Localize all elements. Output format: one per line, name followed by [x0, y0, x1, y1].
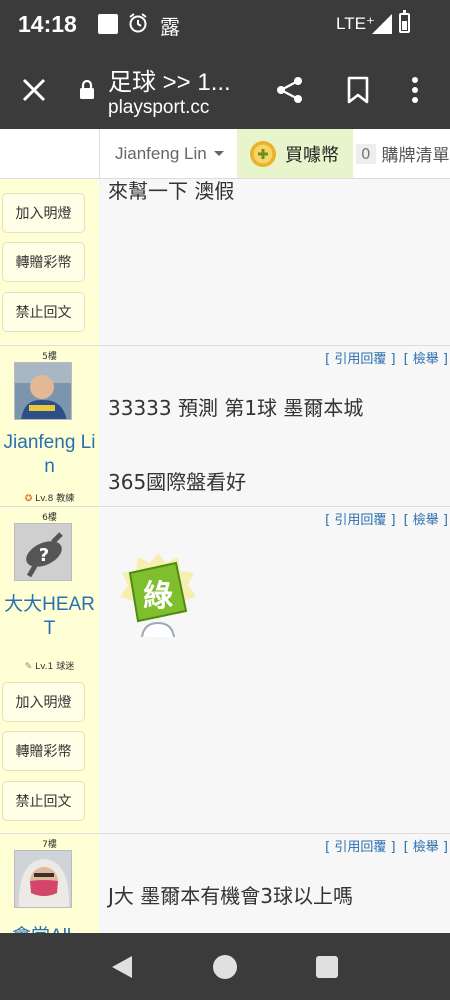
quote-reply-link[interactable]: [ 引用回覆 ]: [325, 840, 395, 855]
share-icon[interactable]: [276, 76, 304, 104]
post-text: 來幫一下 澳假: [108, 179, 235, 203]
user-rank: ✪ Lv.8 教練: [0, 491, 99, 504]
page-title[interactable]: 足球 >> 1...: [108, 62, 231, 97]
post-floor-7: 7樓 會當All... [ 引用回覆 ] [ 檢舉 ] J大 墨爾本有機會3球以上…: [0, 834, 450, 933]
user-rank: ✎ Lv.1 球迷: [0, 659, 99, 672]
quote-reply-link[interactable]: [ 引用回覆 ]: [325, 352, 395, 367]
floor-number: 7樓: [42, 840, 57, 850]
report-link[interactable]: [ 檢舉 ]: [404, 840, 448, 855]
add-lamp-button[interactable]: 加入明燈: [2, 682, 85, 722]
report-link[interactable]: [ 檢舉 ]: [404, 352, 448, 367]
star-icon: ✪: [24, 494, 33, 504]
post-actions: [ 引用回覆 ] [ 檢舉 ]: [317, 348, 448, 367]
post-actions: [ 引用回覆 ] [ 檢舉 ]: [317, 509, 448, 528]
post-username[interactable]: 會當All...: [0, 925, 99, 933]
avatar[interactable]: [14, 850, 72, 908]
cart-count-badge: 0: [356, 143, 376, 164]
recent-apps-icon[interactable]: [316, 956, 338, 978]
post-partial: 來幫一下 澳假 加入明燈 轉贈彩幣 禁止回文: [0, 179, 450, 345]
sticker-char: 綠: [143, 579, 173, 614]
avatar-photo: [15, 363, 71, 419]
battery-icon: [399, 10, 410, 33]
floor-number: 5樓: [42, 352, 57, 362]
post-username[interactable]: 大大HEART: [0, 593, 99, 641]
buy-coins-button[interactable]: 買噱幣: [237, 129, 353, 178]
buy-coins-label: 買噱幣: [285, 144, 339, 166]
site-header: Jianfeng Lin 買噱幣 0 購牌清單: [0, 129, 450, 179]
add-lamp-button[interactable]: 加入明燈: [2, 193, 85, 233]
user-rank-label: Lv.1 球迷: [35, 662, 75, 672]
svg-text:?: ?: [39, 545, 49, 566]
gift-coins-button[interactable]: 轉贈彩幣: [2, 242, 85, 282]
purchase-list-link[interactable]: 0 購牌清單: [356, 129, 450, 178]
page-url[interactable]: playsport.cc: [108, 97, 209, 119]
pencil-icon: ✎: [24, 662, 33, 672]
gift-coins-button[interactable]: 轉贈彩幣: [2, 731, 85, 771]
unknown-user-icon: ?: [15, 524, 71, 580]
user-menu-name: Jianfeng Lin: [115, 143, 207, 163]
status-bar: 14:18 露 LTE⁺: [0, 0, 450, 50]
ban-reply-button[interactable]: 禁止回文: [2, 292, 85, 332]
navigation-bar: [0, 933, 450, 1000]
purchase-list-label: 購牌清單: [381, 146, 450, 166]
coin-icon: [250, 140, 276, 167]
green-sticker-icon: 綠: [120, 553, 196, 637]
user-rank-label: Lv.8 教練: [35, 494, 75, 504]
ban-reply-button[interactable]: 禁止回文: [2, 781, 85, 821]
weather-icon: 露: [160, 15, 180, 39]
post-actions: [ 引用回覆 ] [ 檢舉 ]: [317, 836, 448, 855]
report-link[interactable]: [ 檢舉 ]: [404, 513, 448, 528]
lock-icon: [80, 79, 94, 99]
signal-icon: [372, 14, 392, 34]
bookmark-icon[interactable]: [347, 76, 369, 104]
post-floor-5: 5樓 Jianfeng Lin ✪ Lv.8 教練 [ 引用回覆 ] [ 檢舉 ]…: [0, 346, 450, 506]
more-options-icon[interactable]: [411, 76, 419, 104]
post-text-line: 365國際盤看好: [108, 470, 247, 494]
network-label: LTE⁺: [336, 14, 375, 33]
alarm-icon: [129, 13, 147, 33]
close-icon[interactable]: [20, 76, 48, 104]
user-menu[interactable]: Jianfeng Lin: [99, 129, 237, 178]
back-icon[interactable]: [110, 955, 134, 979]
post-text-line: 33333 預測 第1球 墨爾本城: [108, 396, 364, 420]
avatar-photo: [15, 851, 71, 907]
avatar[interactable]: [14, 362, 72, 420]
quote-reply-link[interactable]: [ 引用回覆 ]: [325, 513, 395, 528]
post-username[interactable]: Jianfeng Lin: [0, 431, 99, 479]
status-time: 14:18: [18, 11, 77, 37]
home-icon[interactable]: [213, 955, 237, 979]
default-avatar[interactable]: ?: [14, 523, 72, 581]
browser-toolbar: 足球 >> 1... playsport.cc: [0, 50, 450, 129]
post-text: J大 墨爾本有機會3球以上嗎: [108, 884, 353, 908]
post-floor-6: 6樓 ? 大大HEART ✎ Lv.1 球迷 加入明燈 轉贈彩幣 禁止回文 [ …: [0, 507, 450, 833]
thread-content: 來幫一下 澳假 加入明燈 轉贈彩幣 禁止回文 5樓 Jianfeng Lin ✪…: [0, 179, 450, 933]
caret-down-icon: [213, 151, 224, 156]
floor-number: 6樓: [42, 513, 57, 523]
notification-square-icon: [98, 14, 118, 34]
